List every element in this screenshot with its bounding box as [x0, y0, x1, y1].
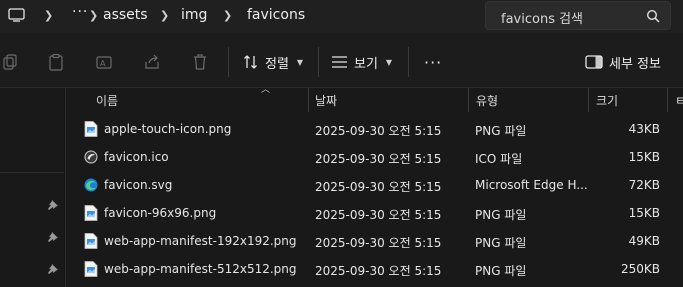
- details-label: 세부 정보: [609, 56, 661, 72]
- chevron-right-icon: ❯: [44, 9, 54, 22]
- file-type: PNG 파일: [475, 236, 527, 250]
- toolbar-divider: [228, 47, 229, 77]
- sort-icon: [244, 55, 257, 69]
- more-options-button[interactable]: ···: [424, 53, 442, 72]
- file-name: web-app-manifest-192x192.png: [104, 234, 297, 248]
- breadcrumb-item-assets[interactable]: assets: [103, 7, 148, 23]
- png-file-icon: [84, 121, 98, 137]
- column-name[interactable]: 이름: [96, 92, 118, 109]
- column-divider[interactable]: [588, 88, 589, 112]
- rename-icon[interactable]: A: [95, 53, 113, 71]
- breadcrumb-overflow[interactable]: ···: [72, 4, 88, 20]
- column-date[interactable]: 날짜: [315, 92, 337, 109]
- breadcrumb-item-favicons[interactable]: favicons: [247, 7, 305, 23]
- list-item[interactable]: favicon.svg 2025-09-30 오전 5:15 Microsoft…: [66, 171, 683, 198]
- delete-icon[interactable]: [191, 53, 209, 71]
- file-date: 2025-09-30 오전 5:15: [315, 124, 442, 138]
- png-file-icon: [84, 261, 98, 277]
- file-size: 43KB: [628, 122, 660, 136]
- view-label: 보기: [354, 56, 378, 72]
- copy-icon[interactable]: [0, 53, 18, 71]
- file-type: PNG 파일: [475, 264, 527, 278]
- edge-icon: [84, 178, 98, 192]
- svg-text:A: A: [100, 59, 106, 68]
- file-date: 2025-09-30 오전 5:15: [315, 264, 442, 278]
- chevron-down-icon: ▼: [296, 57, 304, 67]
- file-name: favicon-96x96.png: [104, 206, 217, 220]
- list-item[interactable]: favicon-96x96.png 2025-09-30 오전 5:15 PNG…: [66, 199, 683, 226]
- sort-button[interactable]: 정렬 ▼: [243, 51, 303, 73]
- png-file-icon: [84, 233, 98, 249]
- file-size: 72KB: [628, 178, 660, 192]
- file-name: favicon.svg: [104, 178, 173, 192]
- file-type: PNG 파일: [475, 208, 527, 222]
- column-extra[interactable]: ㅌ: [675, 92, 683, 109]
- file-size: 15KB: [628, 206, 660, 220]
- file-date: 2025-09-30 오전 5:15: [315, 236, 442, 250]
- file-size: 49KB: [628, 234, 660, 248]
- file-name: favicon.ico: [104, 150, 169, 164]
- breadcrumb-item-img[interactable]: img: [181, 7, 207, 23]
- command-bar: A 정렬 ▼ 보기 ▼ ··· 세부 정보: [0, 33, 683, 88]
- file-date: 2025-09-30 오전 5:15: [315, 208, 442, 222]
- share-icon[interactable]: [143, 53, 161, 71]
- chevron-down-icon: ▼: [385, 57, 393, 67]
- paste-icon[interactable]: [47, 53, 65, 71]
- file-name: apple-touch-icon.png: [104, 122, 232, 136]
- file-type: Microsoft Edge H...: [475, 178, 587, 192]
- search-icon[interactable]: [646, 9, 660, 23]
- list-item[interactable]: web-app-manifest-512x512.png 2025-09-30 …: [66, 255, 683, 282]
- column-size[interactable]: 크기: [596, 92, 618, 109]
- column-type[interactable]: 유형: [476, 92, 498, 109]
- file-date: 2025-09-30 오전 5:15: [315, 152, 442, 166]
- chevron-right-icon: ❯: [89, 9, 99, 22]
- file-date: 2025-09-30 오전 5:15: [315, 180, 442, 194]
- column-divider[interactable]: [308, 88, 309, 112]
- chevron-right-icon: ❯: [223, 9, 233, 22]
- column-divider[interactable]: [468, 88, 469, 112]
- pin-icon[interactable]: [47, 263, 59, 275]
- monitor-icon[interactable]: [8, 8, 25, 22]
- column-header: ︿ 이름 날짜 유형 크기 ㅌ: [66, 85, 683, 112]
- file-size: 250KB: [620, 262, 660, 276]
- view-button[interactable]: 보기 ▼: [331, 51, 392, 73]
- pin-icon[interactable]: [47, 231, 59, 243]
- png-file-icon: [84, 205, 98, 221]
- pin-icon[interactable]: [47, 199, 59, 211]
- search-input[interactable]: favicons 검색: [485, 1, 671, 30]
- navigation-pane: [0, 88, 66, 287]
- details-pane-icon: [585, 55, 603, 69]
- column-divider[interactable]: [667, 88, 668, 112]
- search-placeholder: favicons 검색: [501, 12, 584, 27]
- file-type: PNG 파일: [475, 124, 527, 138]
- file-size: 15KB: [628, 150, 660, 164]
- nav-divider: [0, 172, 64, 173]
- file-type: ICO 파일: [475, 152, 523, 166]
- list-item[interactable]: apple-touch-icon.png 2025-09-30 오전 5:15 …: [66, 115, 683, 142]
- address-bar: ❯ ··· ❯ assets ❯ img ❯ favicons favicons…: [0, 0, 683, 33]
- toolbar-divider: [318, 47, 319, 77]
- list-item[interactable]: web-app-manifest-192x192.png 2025-09-30 …: [66, 227, 683, 254]
- ico-file-icon: [84, 150, 98, 164]
- view-list-icon: [332, 56, 347, 68]
- toolbar-divider: [408, 47, 409, 77]
- list-item[interactable]: favicon.ico 2025-09-30 오전 5:15 ICO 파일 15…: [66, 143, 683, 170]
- sort-ascending-icon: ︿: [261, 85, 271, 95]
- chevron-right-icon: ❯: [160, 9, 170, 22]
- details-pane-button[interactable]: 세부 정보: [585, 51, 661, 73]
- file-name: web-app-manifest-512x512.png: [104, 262, 297, 276]
- sort-label: 정렬: [265, 56, 289, 72]
